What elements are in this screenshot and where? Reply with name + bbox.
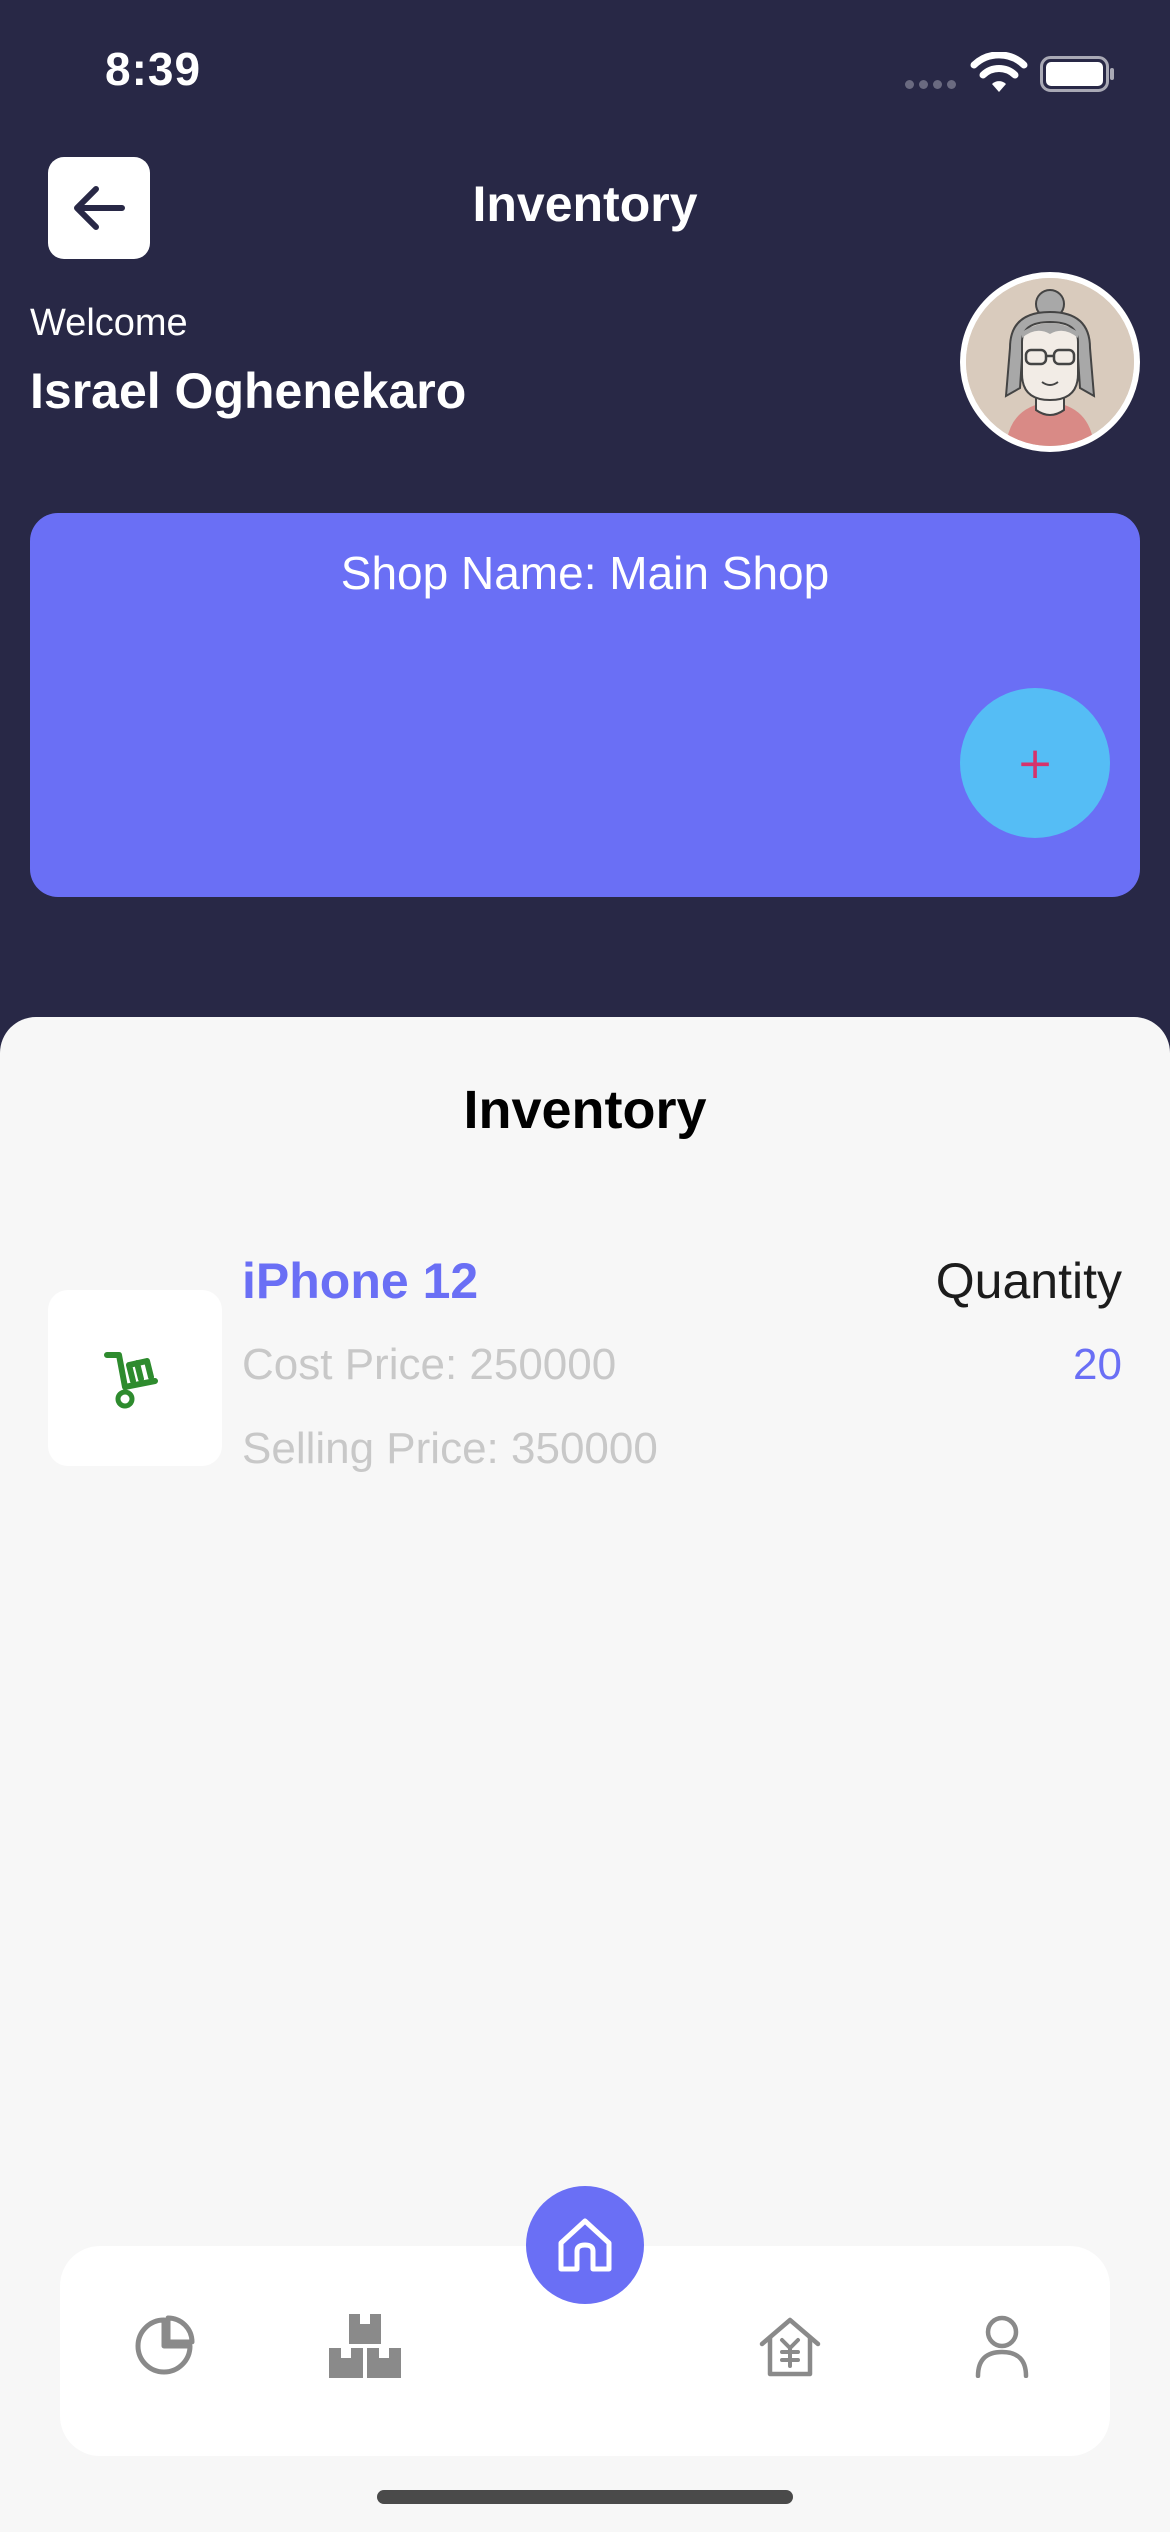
home-indicator [377, 2490, 793, 2504]
boxes-icon [329, 2314, 401, 2378]
battery-icon [1040, 56, 1114, 92]
inventory-title: Inventory [463, 1080, 707, 1140]
welcome-label: Welcome [30, 302, 188, 344]
user-name: Israel Oghenekaro [30, 363, 467, 419]
pie-chart-icon [135, 2315, 195, 2375]
status-time: 8:39 [105, 43, 202, 95]
wifi-icon [970, 52, 1028, 92]
avatar-image [966, 278, 1134, 446]
nav-item-dashboard[interactable] [124, 2306, 204, 2386]
plus-icon: + [1016, 737, 1054, 789]
nav-item-home[interactable] [526, 2186, 644, 2304]
signal-icon [905, 80, 957, 90]
item-name: iPhone 12 [242, 1253, 479, 1309]
status-bar: 8:39 [0, 0, 1170, 140]
nav-item-inventory[interactable] [325, 2306, 405, 2386]
shop-name: Shop Name: Main Shop [340, 547, 830, 599]
quantity-value: 20 [1073, 1340, 1122, 1389]
store-icon [759, 2317, 821, 2377]
item-selling-price: Selling Price: 350000 [242, 1424, 658, 1473]
item-thumbnail [48, 1290, 222, 1466]
inventory-item[interactable]: iPhone 12 Cost Price: 250000 Selling Pri… [48, 1247, 1122, 1487]
add-item-button[interactable]: + [960, 688, 1110, 838]
page-title: Inventory [472, 176, 698, 232]
cart-icon [104, 1352, 158, 1409]
nav-item-profile[interactable] [962, 2306, 1042, 2386]
nav-item-store[interactable] [750, 2306, 830, 2386]
item-cost-price: Cost Price: 250000 [242, 1340, 617, 1389]
profile-icon [975, 2315, 1029, 2378]
home-icon [558, 2218, 612, 2272]
avatar[interactable] [960, 272, 1140, 452]
shop-card: Shop Name: Main Shop + [30, 513, 1140, 897]
quantity-label: Quantity [935, 1253, 1122, 1309]
